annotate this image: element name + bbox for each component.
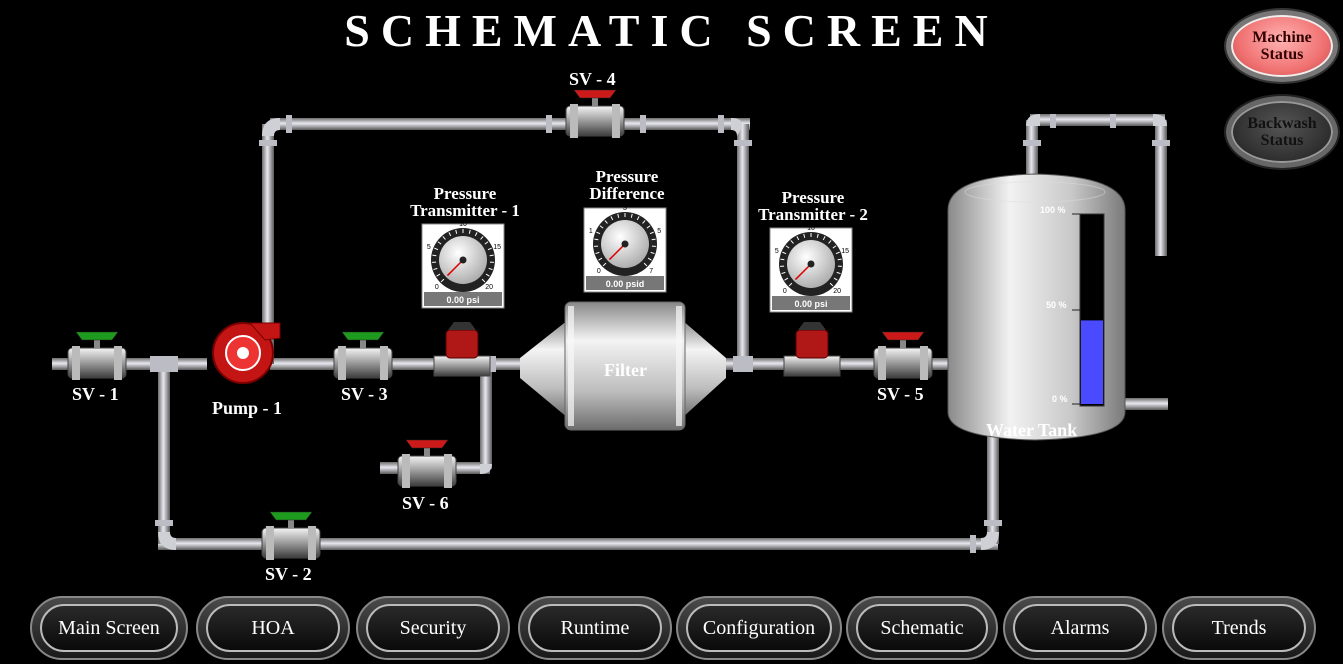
nav-main-screen-button[interactable]: Main Screen: [30, 596, 188, 660]
pdiff-gauge: 0 1 3 5 7 0.00 psid: [583, 205, 667, 293]
pt1-tick-label: 5: [427, 244, 431, 251]
sv3-label: SV - 3: [341, 384, 388, 404]
pdiff-tick-label: 7: [649, 268, 653, 275]
pdiff-tick-label: 3: [623, 205, 627, 212]
pdiff-reading: 0.00 psid: [606, 279, 645, 289]
tank-scale-50: 50 %: [1046, 300, 1067, 310]
sv2-valve[interactable]: [261, 511, 321, 560]
pdiff-tick-label: 0: [597, 268, 601, 275]
sv5-label: SV - 5: [877, 384, 924, 404]
pdiff-title: Pressure Difference: [589, 167, 665, 203]
nav-button-label: HOA: [251, 616, 295, 639]
pump1-label: Pump - 1: [212, 398, 283, 418]
pump-icon: [212, 322, 281, 384]
sv6-valve[interactable]: [397, 439, 457, 488]
tank-scale-100: 100 %: [1040, 205, 1066, 215]
nav-button-label: Security: [399, 616, 467, 639]
sv5-valve[interactable]: [873, 331, 933, 380]
sv3-valve[interactable]: [333, 331, 393, 380]
nav-button-label: Alarms: [1050, 616, 1110, 639]
pt2-tick-label: 10: [807, 225, 815, 232]
schematic-diagram: 0 5 10 15 20 0.00 psi 0 1 3 5 7 0.00 psid 0 5 10 15 20 0.…: [52, 89, 1170, 560]
nav-trends-button[interactable]: Trends: [1162, 596, 1316, 660]
pdiff-tick-label: 1: [589, 228, 593, 235]
nav-configuration-button[interactable]: Configuration: [676, 596, 842, 660]
nav-button-label: Main Screen: [58, 616, 160, 639]
tank-scale-0: 0 %: [1052, 394, 1068, 404]
water-tank-label: Water Tank: [986, 420, 1078, 440]
sv4-valve[interactable]: [565, 89, 625, 138]
backwash-status-label-2: Status: [1260, 132, 1304, 149]
nav-button-label: Schematic: [880, 616, 964, 639]
pt2-title: Pressure Transmitter - 2: [758, 188, 868, 224]
pt2-reading: 0.00 psi: [794, 299, 827, 309]
backwash-status-label-1: Backwash: [1247, 115, 1317, 132]
sv6-label: SV - 6: [402, 493, 449, 513]
sv1-valve[interactable]: [67, 331, 127, 380]
sv4-label: SV - 4: [569, 69, 616, 89]
nav-security-button[interactable]: Security: [356, 596, 510, 660]
pt1-tick-label: 20: [485, 284, 493, 291]
machine-status-label-2: Status: [1260, 46, 1304, 63]
nav-alarms-button[interactable]: Alarms: [1003, 596, 1157, 660]
nav-button-label: Configuration: [702, 616, 816, 639]
water-tank: [947, 173, 1126, 441]
nav-schematic-button[interactable]: Schematic: [846, 596, 998, 660]
pt1-gauge: 0 5 10 15 20 0.00 psi: [421, 221, 505, 309]
machine-status-label-1: Machine: [1252, 29, 1312, 46]
sv1-label: SV - 1: [72, 384, 119, 404]
machine-status-button[interactable]: Machine Status: [1226, 10, 1338, 82]
pt1-tick-label: 0: [435, 284, 439, 291]
nav-button-label: Runtime: [560, 616, 630, 639]
sv2-label: SV - 2: [265, 564, 312, 584]
page-title: SCHEMATIC SCREEN: [344, 5, 999, 56]
pt1-tick-label: 15: [493, 244, 501, 251]
tank-level-bar: [1081, 320, 1103, 404]
pt2-gauge: 0 5 10 15 20 0.00 psi: [769, 225, 853, 313]
pt2-tick-label: 20: [833, 288, 841, 295]
backwash-status-button[interactable]: Backwash Status: [1226, 96, 1338, 168]
nav-hoa-button[interactable]: HOA: [196, 596, 350, 660]
pt1-reading: 0.00 psi: [446, 295, 479, 305]
transmitter-valve-2: [783, 322, 841, 377]
pt1-title: Pressure Transmitter - 1: [410, 184, 520, 220]
transmitter-valve-1: [433, 322, 491, 377]
nav-runtime-button[interactable]: Runtime: [518, 596, 672, 660]
nav-button-label: Trends: [1211, 616, 1267, 639]
pt2-tick-label: 5: [775, 248, 779, 255]
pdiff-tick-label: 5: [657, 228, 661, 235]
pt2-tick-label: 15: [841, 248, 849, 255]
pt2-tick-label: 0: [783, 288, 787, 295]
pt1-tick-label: 10: [459, 221, 467, 228]
filter-label: Filter: [604, 360, 647, 380]
